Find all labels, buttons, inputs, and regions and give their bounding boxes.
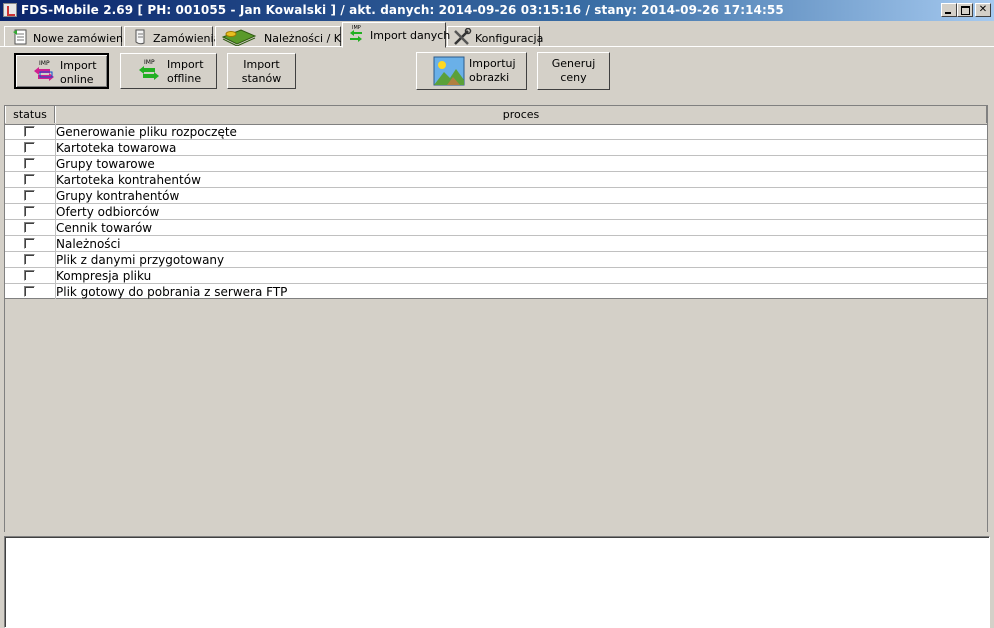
process-name: Kartoteka kontrahentów: [56, 173, 201, 187]
process-name: Oferty odbiorców: [56, 205, 160, 219]
importuj-obrazki-button[interactable]: Importuj obrazki: [416, 52, 527, 90]
status-checkbox[interactable]: [24, 174, 35, 185]
table-row[interactable]: Plik gotowy do pobrania z serwera FTP: [5, 284, 987, 300]
process-name: Plik gotowy do pobrania z serwera FTP: [56, 285, 288, 299]
orders-icon: [135, 29, 145, 45]
table-row[interactable]: Należności: [5, 236, 987, 252]
table-empty-area: [4, 299, 988, 532]
status-checkbox[interactable]: [24, 254, 35, 265]
process-name: Kartoteka towarowa: [56, 141, 177, 155]
table-row[interactable]: Generowanie pliku rozpoczęte: [5, 124, 987, 140]
process-name: Należności: [56, 237, 121, 251]
imp-badge: IMP: [352, 25, 361, 31]
status-checkbox[interactable]: [24, 126, 35, 137]
generuj-ceny-line1: Generuj: [551, 57, 596, 70]
status-checkbox[interactable]: [24, 142, 35, 153]
import-offline-line1: Import: [167, 58, 204, 71]
image-landscape-icon: [433, 56, 465, 86]
import-online-line1: Import: [60, 59, 97, 72]
table-row[interactable]: Kartoteka towarowa: [5, 140, 987, 156]
tab-label: Należności / KP: [264, 32, 348, 45]
importuj-obrazki-line1: Importuj: [469, 57, 516, 70]
minimize-button[interactable]: [941, 3, 957, 17]
status-checkbox[interactable]: [24, 158, 35, 169]
tab-label: Nowe zamówienie: [33, 32, 133, 45]
window-titlebar[interactable]: FDS-Mobile 2.69 [ PH: 001055 - Jan Kowal…: [0, 0, 994, 21]
status-checkbox[interactable]: [24, 222, 35, 233]
svg-text:IMP: IMP: [39, 60, 50, 67]
status-checkbox[interactable]: [24, 238, 35, 249]
import-offline-button[interactable]: IMP Import offline: [120, 53, 217, 89]
table-body: Generowanie pliku rozpoczęte Kartoteka to…: [5, 124, 987, 300]
new-order-icon: [13, 29, 27, 45]
process-name: Grupy kontrahentów: [56, 189, 180, 203]
table-row[interactable]: Kartoteka kontrahentów: [5, 172, 987, 188]
import-stanow-button[interactable]: Import stanów: [227, 53, 296, 89]
tab-zamowienia[interactable]: Zamówienia: [124, 26, 220, 47]
import-online-line2: online: [60, 73, 94, 86]
import-offline-icon: IMP: [139, 59, 159, 80]
import-stanow-line2: stanów: [241, 72, 282, 85]
import-online-icon: IMP: [34, 60, 54, 81]
import-offline-line2: offline: [167, 72, 202, 85]
window-title: FDS-Mobile 2.69 [ PH: 001055 - Jan Kowal…: [21, 3, 784, 17]
importuj-obrazki-line2: obrazki: [469, 71, 510, 84]
tab-bar: Nowe zamówienie Zamówienia Należności / …: [0, 22, 994, 48]
table-row[interactable]: Kompresja pliku: [5, 268, 987, 284]
import-arrows-icon: IMP: [350, 25, 362, 42]
java-app-icon: [3, 3, 17, 17]
tab-import-danych[interactable]: IMP Import danych: [342, 22, 450, 48]
import-stanow-line1: Import: [243, 58, 280, 71]
process-name: Cennik towarów: [56, 221, 153, 235]
process-name: Plik z danymi przygotowany: [56, 253, 225, 267]
column-header-proces[interactable]: proces: [55, 106, 987, 123]
table-row[interactable]: Plik z danymi przygotowany: [5, 252, 987, 268]
tab-nowe-zamowienie[interactable]: Nowe zamówienie: [4, 26, 133, 47]
table-row[interactable]: Grupy kontrahentów: [5, 188, 987, 204]
status-checkbox[interactable]: [24, 190, 35, 201]
process-table: status proces Generowanie pliku rozpoczę…: [4, 105, 988, 300]
column-header-status[interactable]: status: [5, 106, 55, 123]
table-row[interactable]: Oferty odbiorców: [5, 204, 987, 220]
tab-konfiguracja[interactable]: Konfiguracja: [447, 26, 544, 47]
tab-label: Konfiguracja: [475, 32, 544, 45]
tab-naleznosci[interactable]: Należności / KP: [215, 26, 348, 47]
process-name: Kompresja pliku: [56, 269, 152, 283]
status-checkbox[interactable]: [24, 286, 35, 297]
table-row[interactable]: Grupy towarowe: [5, 156, 987, 172]
process-name: Generowanie pliku rozpoczęte: [56, 125, 237, 139]
status-checkbox[interactable]: [24, 206, 35, 217]
log-textarea[interactable]: [4, 536, 990, 628]
generuj-ceny-line2: ceny: [560, 71, 587, 84]
tab-label: Import danych: [370, 29, 451, 42]
generuj-ceny-button[interactable]: Generuj ceny: [537, 52, 610, 90]
process-name: Grupy towarowe: [56, 157, 155, 171]
table-row[interactable]: Cennik towarów: [5, 220, 987, 236]
table-header: status proces: [5, 106, 987, 125]
close-button[interactable]: ✕: [975, 3, 991, 17]
tools-icon: [454, 28, 472, 45]
status-checkbox[interactable]: [24, 270, 35, 281]
svg-text:IMP: IMP: [144, 59, 155, 66]
maximize-button[interactable]: [957, 3, 973, 17]
tab-label: Zamówienia: [153, 32, 221, 45]
import-online-button[interactable]: IMP Import online: [14, 53, 109, 89]
money-icon: [221, 29, 257, 46]
